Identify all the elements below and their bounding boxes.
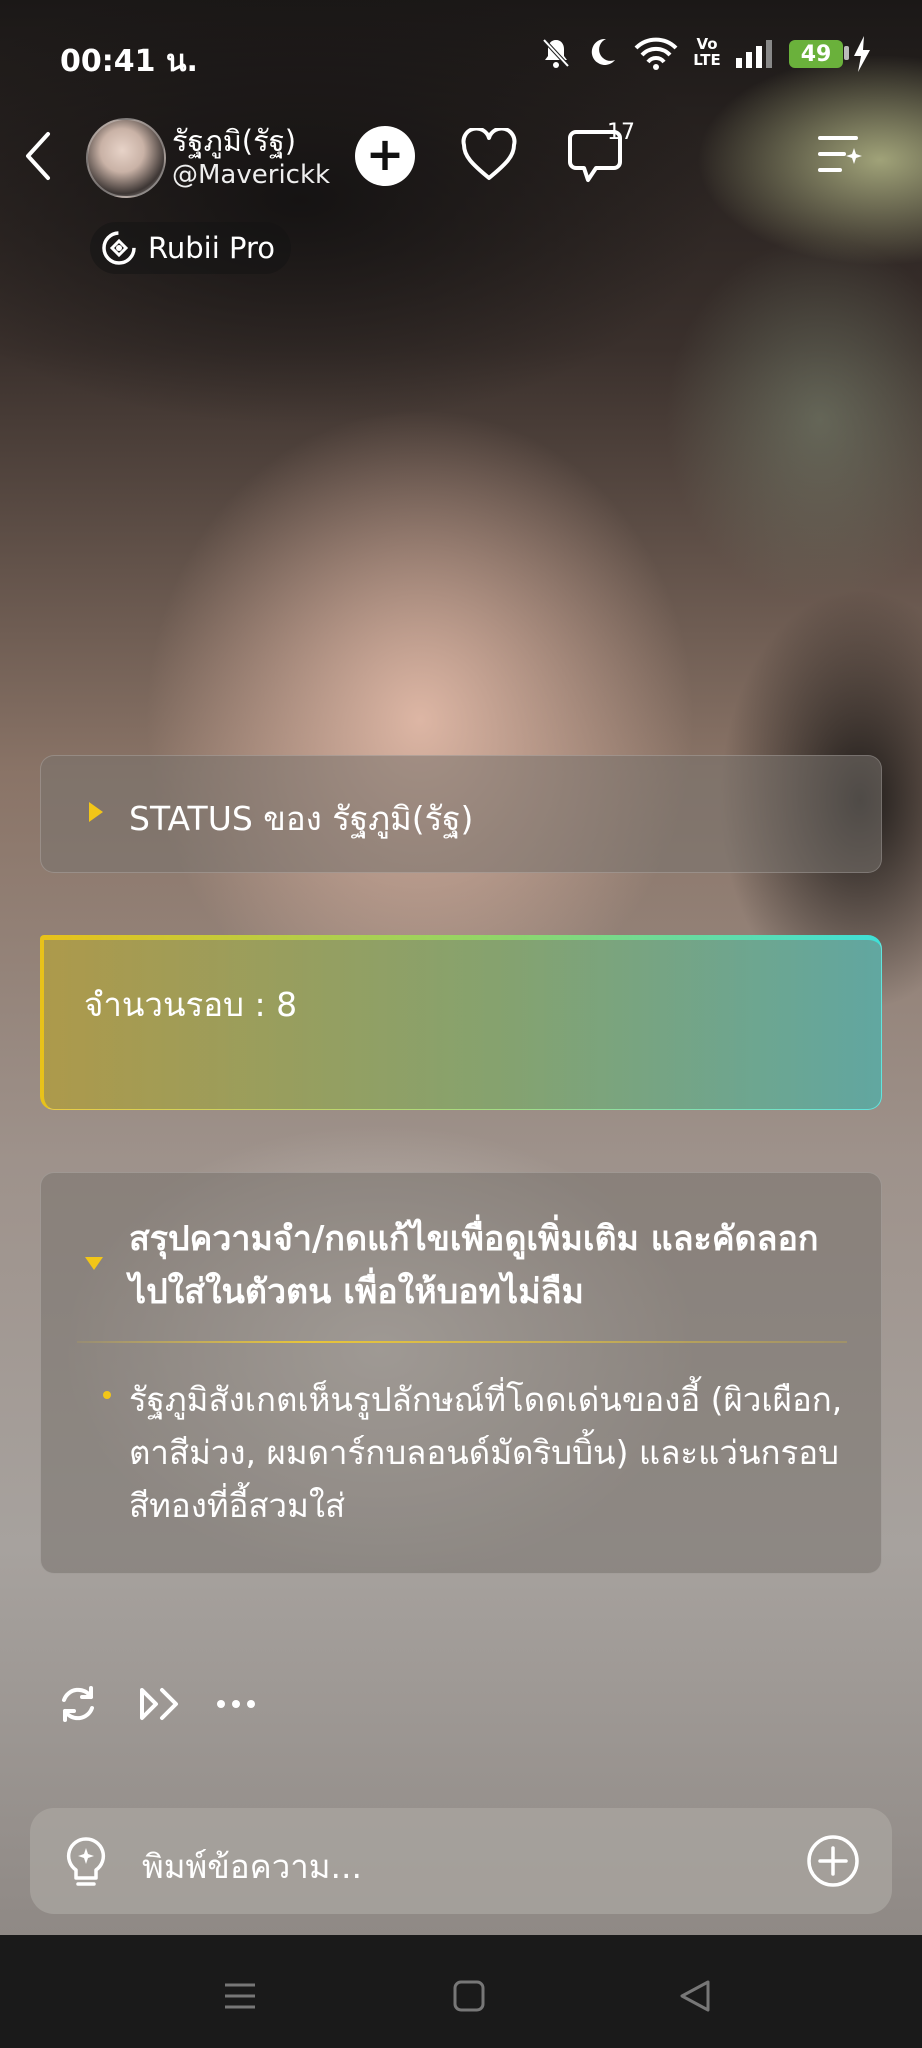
- memory-summary-card[interactable]: สรุปความจำ/กดแก้ไขเพื่อดูเพิ่มเติม และคั…: [40, 1172, 882, 1574]
- memory-divider: [77, 1341, 847, 1343]
- back-icon[interactable]: [22, 130, 54, 182]
- lightbulb-icon[interactable]: [64, 1836, 108, 1890]
- network-type: Vo LTE: [693, 35, 721, 69]
- home-icon[interactable]: [452, 1979, 486, 2013]
- battery-tip: [844, 46, 849, 60]
- status-title: STATUS ของ รัฐภูมิ(รัฐ): [129, 799, 474, 838]
- round-count: จำนวนรอบ : 8: [84, 985, 298, 1024]
- rubii-pro-icon: [102, 231, 136, 265]
- heart-icon[interactable]: [460, 128, 518, 182]
- follow-button[interactable]: +: [355, 126, 415, 186]
- recent-apps-icon[interactable]: [222, 1981, 258, 2011]
- status-collapsible[interactable]: STATUS ของ รัฐภูมิ(รัฐ): [40, 755, 882, 873]
- regenerate-button[interactable]: [56, 1682, 100, 1726]
- memory-title: สรุปความจำ/กดแก้ไขเพื่อดูเพิ่มเติม และคั…: [129, 1219, 819, 1312]
- fast-forward-icon: [140, 1688, 178, 1720]
- add-circle-icon[interactable]: [806, 1834, 860, 1888]
- character-handle[interactable]: @Maverickk: [172, 160, 330, 190]
- round-counter-card: จำนวนรอบ : 8: [40, 935, 882, 1110]
- mute-icon: [542, 38, 570, 68]
- comment-count: 17: [607, 120, 635, 145]
- expand-triangle-icon: [89, 802, 103, 822]
- memory-item: รัฐภูมิสังเกตเห็นรูปลักษณ์ที่โดดเด่นของอ…: [129, 1380, 843, 1525]
- character-name[interactable]: รัฐภูมิ(รัฐ): [172, 118, 296, 164]
- rubii-pro-badge[interactable]: Rubii Pro: [90, 222, 291, 274]
- bullet-dot: [103, 1391, 111, 1399]
- battery-level: 49: [789, 40, 843, 68]
- system-nav-bar: [0, 1935, 922, 2048]
- more-dots-icon: [217, 1700, 255, 1708]
- moon-icon: [591, 38, 615, 65]
- plus-icon: +: [365, 127, 405, 181]
- continue-button[interactable]: [136, 1682, 184, 1726]
- back-nav-icon[interactable]: [678, 1979, 712, 2013]
- refresh-icon: [62, 1686, 94, 1722]
- menu-icon[interactable]: [816, 132, 864, 176]
- message-input[interactable]: พิมพ์ข้อความ...: [142, 1840, 362, 1893]
- status-time: 00:41 น.: [60, 44, 198, 79]
- signal-icon: [736, 40, 772, 68]
- rubii-pro-label: Rubii Pro: [148, 231, 275, 265]
- more-options-button[interactable]: [214, 1682, 258, 1726]
- character-avatar[interactable]: [86, 118, 166, 198]
- charging-icon: [854, 36, 870, 72]
- message-composer[interactable]: พิมพ์ข้อความ...: [30, 1808, 892, 1914]
- collapse-triangle-icon: [85, 1257, 103, 1270]
- wifi-icon: [634, 37, 678, 70]
